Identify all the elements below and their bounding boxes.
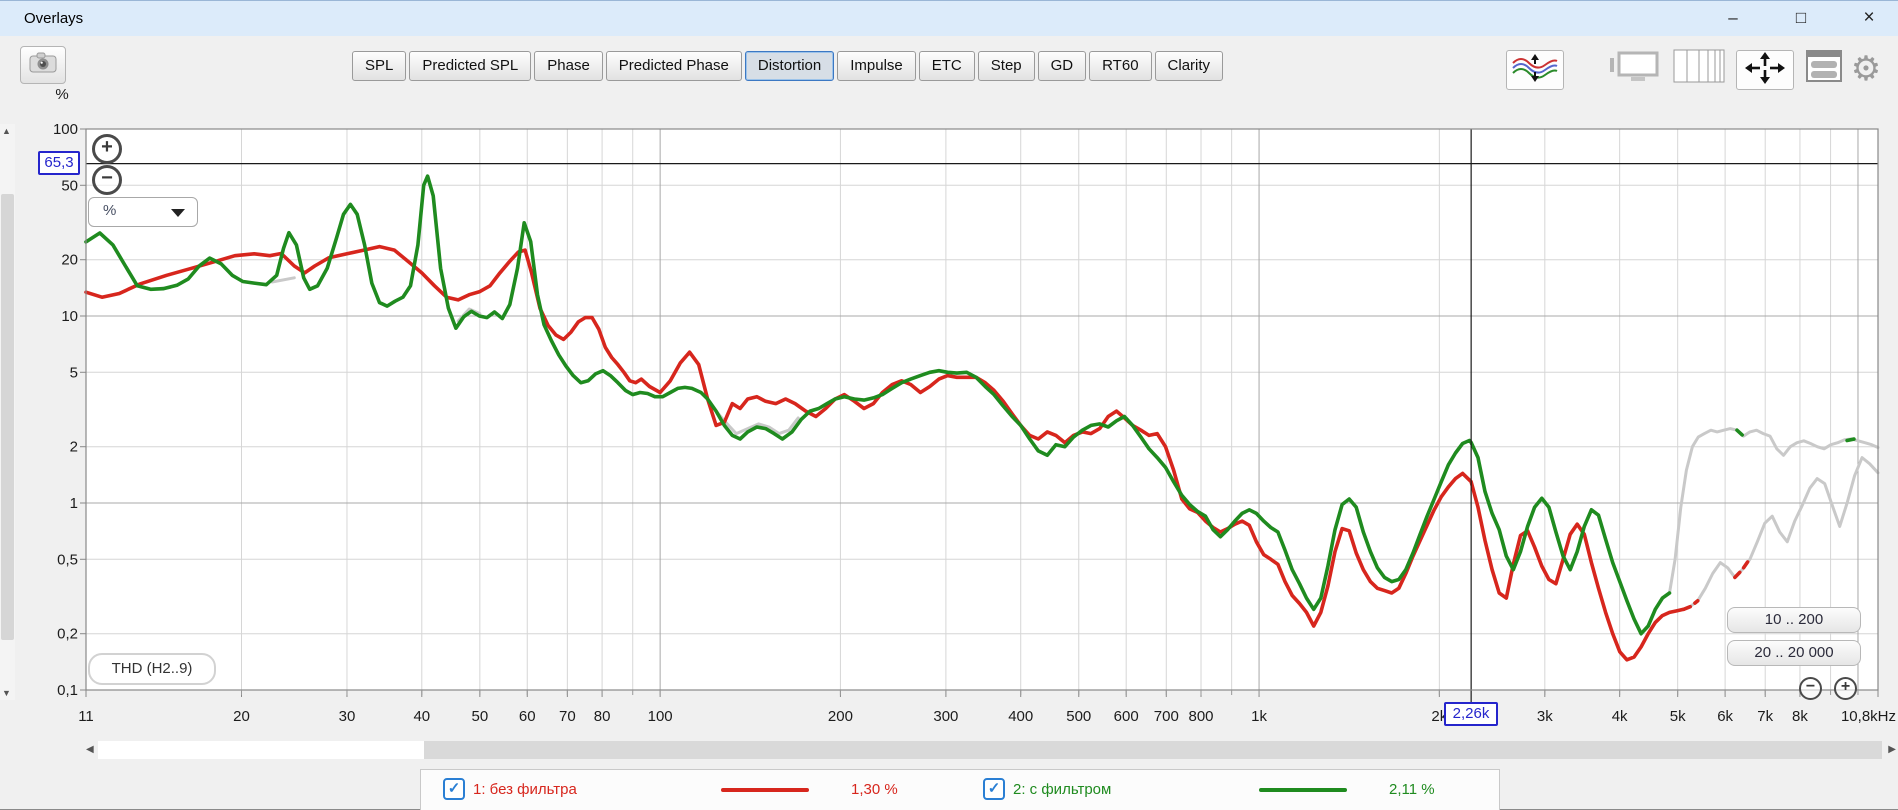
rew-overlays-window: { "window": { "title": "Overlays", "cont… [0, 0, 1898, 810]
x-tick-label: 200 [828, 708, 853, 725]
legend-line-sample-2 [1259, 788, 1347, 792]
zoom-in-y-button[interactable]: + [92, 134, 122, 164]
x-tick-label: 700 [1154, 708, 1179, 725]
legend-cursor-value-1: 1,30 % [851, 781, 898, 798]
y-tick-label: 5 [70, 364, 78, 381]
x-tick-label: 600 [1114, 708, 1139, 725]
x-tick-label: 30 [339, 708, 356, 725]
y-tick-label: 0,5 [57, 551, 78, 568]
x-tick-label: 70 [559, 708, 576, 725]
curve-thd-2-dash-2 [1845, 437, 1857, 443]
y-tick-label: 2 [70, 439, 78, 456]
y-unit-dropdown-value: % [103, 202, 117, 219]
legend-label-2[interactable]: 2: с фильтром [1013, 781, 1111, 798]
legend-line-sample-1 [721, 788, 809, 792]
legend-label-1[interactable]: 1: без фильтра [473, 781, 577, 798]
horizontal-scroll-thumb[interactable] [424, 741, 1882, 759]
horizontal-scrollbar[interactable]: ◀ ▶ [84, 740, 1896, 760]
legend-cursor-value-2: 2,11 % [1389, 781, 1435, 798]
y-tick-label: 0,1 [57, 682, 78, 699]
freq-range-20-20000-button[interactable]: 20 .. 20 000 [1727, 640, 1861, 666]
thd-trace-label: THD (H2..9) [88, 653, 216, 685]
y-tick-label: 50 [61, 177, 78, 194]
y-unit-dropdown[interactable]: % [88, 197, 198, 227]
vertical-scroll-thumb[interactable] [1, 194, 14, 640]
chevron-down-icon [171, 209, 185, 217]
scroll-down-icon[interactable]: ▼ [2, 688, 11, 698]
x-tick-label: 1k [1251, 708, 1267, 725]
x-tick-label: 7k [1757, 708, 1773, 725]
x-tick-label: 300 [933, 708, 958, 725]
legend-checkbox-2[interactable]: ✓ [983, 778, 1005, 800]
vertical-scrollbar[interactable]: ▲ ▼ [0, 124, 15, 700]
x-tick-label: 50 [471, 708, 488, 725]
legend-panel: ✓ 1: без фильтра 1,30 % ✓ 2: с фильтром 2,11 … [420, 769, 1500, 810]
x-tick-label: 6k [1717, 708, 1733, 725]
x-tick-label: 800 [1189, 708, 1214, 725]
scroll-left-icon[interactable]: ◀ [86, 744, 94, 755]
zoom-out-x-button[interactable]: − [1799, 677, 1822, 700]
y-tick-label: 20 [61, 252, 78, 269]
x-tick-label: 60 [519, 708, 536, 725]
freq-range-10-200-button[interactable]: 10 .. 200 [1727, 607, 1861, 633]
x-tick-label: 5k [1670, 708, 1686, 725]
scroll-right-icon[interactable]: ▶ [1888, 744, 1896, 755]
x-tick-label: 80 [594, 708, 611, 725]
cursor-value-readout: 65,3 [38, 151, 80, 175]
x-tick-label: 8k [1792, 708, 1808, 725]
distortion-chart[interactable]: 11 20 30 40 50 60 70 80 100 200 300 400 500 600 700 800… [0, 0, 1898, 809]
zoom-in-x-button[interactable]: + [1834, 677, 1857, 700]
x-tick-label: 20 [233, 708, 250, 725]
cursor-frequency-readout: 2,26k [1444, 702, 1498, 726]
x-tick-label: 4k [1612, 708, 1628, 725]
legend-checkbox-1[interactable]: ✓ [443, 778, 465, 800]
x-tick-label: 400 [1008, 708, 1033, 725]
y-tick-label: 10 [61, 308, 78, 325]
x-tick-label: 500 [1066, 708, 1091, 725]
x-tick-label: 11 [78, 708, 94, 725]
zoom-out-y-button[interactable]: − [92, 165, 122, 195]
y-axis-unit-label: % [55, 86, 69, 103]
x-tick-label: 10,8kHz [1841, 708, 1896, 725]
x-tick-label: 100 [648, 708, 673, 725]
x-tick-label: 40 [413, 708, 430, 725]
horizontal-scroll-track[interactable] [98, 741, 1882, 759]
scroll-up-icon[interactable]: ▲ [2, 126, 11, 136]
y-tick-label: 1 [70, 495, 78, 512]
y-tick-label: 100 [53, 121, 78, 138]
y-tick-label: 0,2 [57, 626, 78, 643]
x-tick-label: 3k [1537, 708, 1553, 725]
